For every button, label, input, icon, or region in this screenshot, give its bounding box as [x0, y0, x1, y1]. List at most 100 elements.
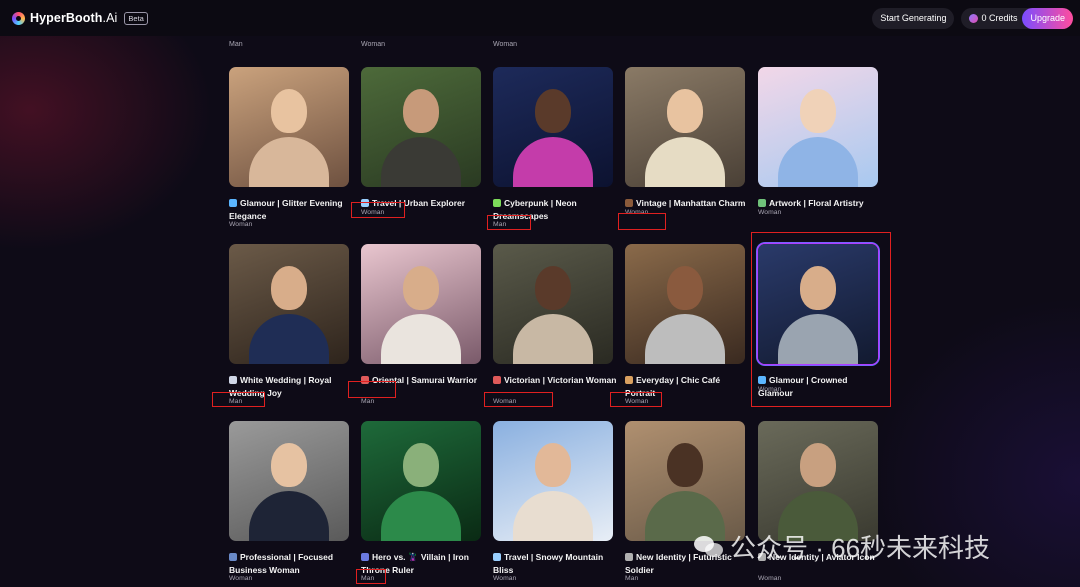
card-title-text: Cyberpunk | Neon Dreamscapes [493, 198, 577, 221]
portrait-head [271, 443, 307, 487]
style-card[interactable]: Glamour | Crowned Glamour Woman [758, 244, 878, 398]
card-gender-tag: Woman [229, 221, 253, 228]
portrait-head [800, 443, 836, 487]
hat-icon [493, 376, 501, 384]
card-title: Professional | Focused Business Woman [229, 551, 353, 576]
wechat-icon [694, 534, 724, 560]
card-gender-tag: Woman [625, 209, 649, 216]
card-title-text: Artwork | Floral Artistry [769, 198, 864, 208]
brand-name: HyperBooth.Ai [30, 11, 118, 25]
portrait-head [403, 89, 439, 133]
card-title-text: Hero vs. 🦹 Villain | Iron Throne Ruler [361, 552, 469, 575]
dagger-icon [361, 376, 369, 384]
hyperbooth-logo-icon [12, 11, 25, 25]
card-gender-tag: Woman [758, 575, 782, 582]
card-gender-tag: Woman [758, 386, 782, 393]
style-preview-image[interactable] [625, 421, 745, 541]
mask-icon [625, 553, 633, 561]
card-title-text: Oriental | Samurai Warrior [372, 375, 478, 385]
portrait-head [535, 443, 571, 487]
brand[interactable]: HyperBooth.Ai Beta [12, 11, 148, 25]
style-card[interactable]: Professional | Focused Business Woman Wom… [229, 421, 349, 582]
airplane-icon [493, 553, 501, 561]
card-title-text: Vintage | Manhattan Charm [636, 198, 746, 208]
style-preview-image[interactable] [229, 421, 349, 541]
ring-icon [229, 376, 237, 384]
style-preview-image[interactable] [493, 421, 613, 541]
style-card[interactable]: Cyberpunk | Neon Dreamscapes Man [493, 67, 613, 228]
portrait-body [381, 137, 461, 187]
card-title: Everyday | Chic Café Portrait [625, 374, 749, 399]
credits-coin-icon [969, 13, 979, 23]
portrait-head [800, 89, 836, 133]
card-title-text: Everyday | Chic Café Portrait [625, 375, 721, 398]
card-title: Glamour | Glitter Evening Elegance [229, 197, 353, 222]
style-preview-image[interactable] [361, 67, 481, 187]
card-gender-tag: Man [361, 575, 375, 582]
style-card[interactable]: Victorian | Victorian Woman Woman [493, 244, 616, 405]
style-card[interactable]: White Wedding | Royal Wedding Joy Man [229, 244, 349, 405]
portrait-head [271, 89, 307, 133]
card-title: Cyberpunk | Neon Dreamscapes [493, 197, 617, 222]
portrait-body [249, 491, 329, 541]
upgrade-button[interactable]: Upgrade [1022, 7, 1073, 29]
portrait-head [667, 443, 703, 487]
style-preview-image[interactable] [625, 244, 745, 364]
style-preview-image[interactable] [493, 67, 613, 187]
card-title: Oriental | Samurai Warrior [361, 374, 485, 387]
card-title: Travel | Snowy Mountain Bliss [493, 551, 617, 576]
alien-icon [493, 199, 501, 207]
style-preview-image[interactable] [758, 244, 878, 364]
card-tag: Woman [493, 41, 517, 48]
style-card[interactable]: Artwork | Floral Artistry Woman [758, 67, 878, 216]
portrait-body [778, 137, 858, 187]
card-gender-tag: Man [229, 398, 243, 405]
card-title: Travel | Urban Explorer [361, 197, 485, 210]
start-generating-button[interactable]: Start Generating [872, 7, 955, 29]
card-title-text: White Wedding | Royal Wedding Joy [229, 375, 332, 398]
style-card[interactable]: Travel | Urban Explorer Woman [361, 67, 481, 216]
style-card[interactable]: Travel | Snowy Mountain Bliss Woman [493, 421, 613, 582]
portrait-body [249, 137, 329, 187]
portrait-body [381, 314, 461, 364]
card-title: Hero vs. 🦹 Villain | Iron Throne Ruler [361, 551, 485, 576]
portrait-head [667, 89, 703, 133]
style-preview-image[interactable] [361, 421, 481, 541]
card-title: White Wedding | Royal Wedding Joy [229, 374, 353, 399]
coffee-icon [625, 376, 633, 384]
style-preview-image[interactable] [361, 244, 481, 364]
watermark: 公众号 · 66秒未来科技 [694, 528, 990, 565]
portrait-head [403, 266, 439, 310]
style-card[interactable]: New Identity | Futuristic Soldier Man [625, 421, 745, 582]
card-gender-tag: Man [361, 398, 375, 405]
credits-group: 0 Credits Upgrade [961, 7, 1073, 29]
top-navbar: HyperBooth.Ai Beta Start Generating 0 Cr… [0, 0, 1080, 36]
heart-icon [625, 199, 633, 207]
style-card[interactable]: Oriental | Samurai Warrior Man [361, 244, 481, 405]
style-preview-image[interactable] [758, 67, 878, 187]
style-preview-image[interactable] [625, 67, 745, 187]
style-preview-image[interactable] [229, 67, 349, 187]
card-tag: Man [229, 41, 243, 48]
style-preview-image[interactable] [758, 421, 878, 541]
portrait-head [535, 89, 571, 133]
beta-badge: Beta [124, 11, 148, 25]
style-card[interactable]: New Identity | Aviator Icon Woman [758, 421, 878, 582]
portrait-head [535, 266, 571, 310]
style-card[interactable]: Glamour | Glitter Evening Elegance Woman [229, 67, 349, 228]
card-gender-tag: Man [493, 221, 507, 228]
gem-icon [229, 199, 237, 207]
card-gender-tag: Man [625, 575, 639, 582]
card-title-text: Victorian | Victorian Woman [504, 375, 617, 385]
style-card[interactable]: Vintage | Manhattan Charm Woman [625, 67, 745, 216]
credits-display[interactable]: 0 Credits [961, 13, 1022, 23]
portrait-body [645, 314, 725, 364]
card-gender-tag: Woman [493, 398, 517, 405]
style-card[interactable]: Everyday | Chic Café Portrait Woman [625, 244, 745, 405]
portrait-head [403, 443, 439, 487]
style-preview-image[interactable] [493, 244, 613, 364]
portrait-body [381, 491, 461, 541]
briefcase-icon [229, 553, 237, 561]
style-preview-image[interactable] [229, 244, 349, 364]
style-card[interactable]: Hero vs. 🦹 Villain | Iron Throne Ruler Ma… [361, 421, 481, 582]
